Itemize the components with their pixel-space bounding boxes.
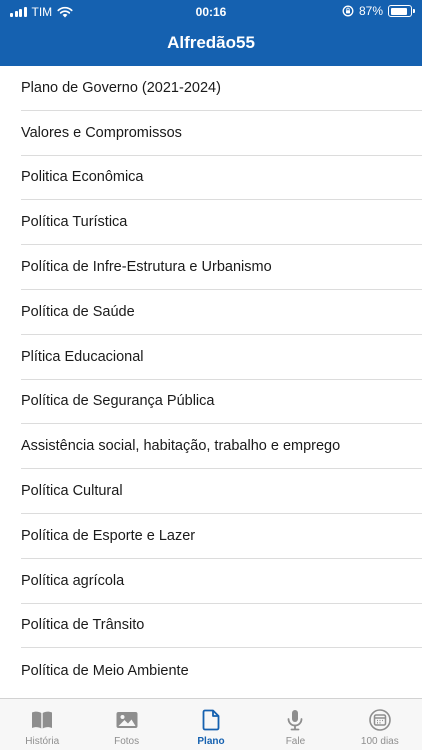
battery-percent: 87% xyxy=(358,4,383,18)
tab-label: 100 dias xyxy=(360,736,399,747)
list-item[interactable]: Política de Meio Ambiente xyxy=(21,648,422,693)
list-item[interactable]: Política Cultural xyxy=(21,469,422,514)
list-item[interactable]: Plítica Educacional xyxy=(21,335,422,380)
page-title: Alfredão55 xyxy=(167,33,255,52)
tab-100-dias[interactable]: 100 dias xyxy=(338,699,422,750)
list-item[interactable]: Política de Trânsito xyxy=(21,604,422,649)
plan-list: Plano de Governo (2021-2024) Valores e Co… xyxy=(0,66,422,698)
list-item[interactable]: Política de Saúde xyxy=(21,290,422,335)
battery-fill xyxy=(390,7,408,15)
tab-label: Fale xyxy=(285,736,306,747)
tab-label: Fotos xyxy=(114,736,140,747)
photo-icon xyxy=(115,708,139,732)
list-item[interactable]: Assistência social, habitação, trabalho … xyxy=(21,424,422,470)
tab-plano[interactable]: Plano xyxy=(169,699,253,750)
tab-hist-ria[interactable]: História xyxy=(0,699,84,750)
tab-fotos[interactable]: Fotos xyxy=(84,699,168,750)
battery-icon xyxy=(388,5,415,17)
list-item[interactable]: Política agrícola xyxy=(21,559,422,604)
list-item[interactable]: Política de Esporte e Lazer xyxy=(21,514,422,559)
book-icon xyxy=(30,708,54,732)
tab-fale[interactable]: Fale xyxy=(253,699,337,750)
list-item[interactable]: Política de Segurança Pública xyxy=(21,380,422,425)
list-item[interactable]: Valores e Compromissos xyxy=(21,111,422,156)
orientation-lock-icon xyxy=(342,5,354,17)
list-item[interactable]: Política de Infre-Estrutura e Urbanismo xyxy=(21,245,422,290)
tab-bar: História Fotos Plano Fale 100 dias xyxy=(0,698,422,750)
tab-label: História xyxy=(25,736,60,747)
status-bar: TIM 00:16 87% xyxy=(0,0,422,24)
list-item[interactable]: Política Turística xyxy=(21,200,422,246)
tab-label: Plano xyxy=(197,736,225,747)
app-header: TIM 00:16 87% Alfredão55 xyxy=(0,0,422,66)
list-item[interactable]: Plano de Governo (2021-2024) xyxy=(21,66,422,111)
calendar-icon xyxy=(368,708,392,732)
list-item[interactable]: Politica Econômica xyxy=(21,156,422,201)
document-icon xyxy=(199,708,223,732)
microphone-icon xyxy=(283,708,307,732)
status-right: 87% xyxy=(342,4,415,18)
